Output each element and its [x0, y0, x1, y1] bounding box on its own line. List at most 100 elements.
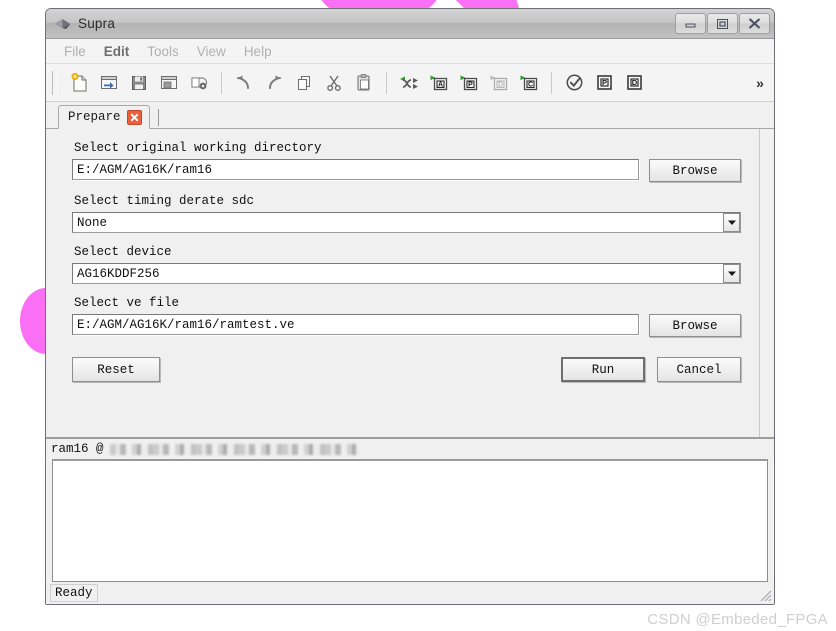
svg-text:D: D [631, 78, 637, 87]
close-icon [748, 18, 761, 29]
application-window: Supra File Edit Tools View Help A P D C … [45, 8, 775, 605]
run-design-icon: D [490, 75, 508, 90]
redo-button[interactable] [259, 69, 289, 97]
console-header-prefix: ram16 @ [51, 442, 104, 456]
console-header-redacted-path [109, 443, 360, 455]
open-project-icon [101, 75, 117, 89]
run-button[interactable]: Run [561, 357, 645, 382]
close-tab-glyph [130, 113, 138, 121]
status-bar: Ready [46, 582, 774, 604]
undo-button[interactable] [229, 69, 259, 97]
report-design-icon: D [626, 75, 642, 90]
title-bar[interactable]: Supra [46, 9, 774, 39]
window-controls [675, 13, 770, 34]
timing-derate-sdc-value: None [77, 215, 108, 230]
svg-text:P: P [601, 78, 606, 87]
check-icon [566, 74, 582, 91]
open-project-button[interactable] [94, 69, 124, 97]
toolbar-separator-2 [386, 71, 387, 94]
minimize-icon [685, 23, 696, 28]
reset-button[interactable]: Reset [72, 357, 160, 382]
svg-text:P: P [468, 81, 473, 88]
chevron-down-icon[interactable] [723, 213, 740, 232]
toolbar-overflow-button[interactable]: » [750, 69, 770, 97]
project-settings-icon [191, 77, 207, 89]
field-ve-file: E:/AGM/AG16K/ram16/ramtest.ve Browse [72, 314, 741, 337]
new-file-icon [71, 72, 86, 91]
tab-prepare[interactable]: Prepare [58, 105, 150, 129]
prepare-form-inner: Select original working directory E:/AGM… [46, 129, 759, 437]
resize-grip-icon[interactable] [758, 588, 772, 602]
menu-item-file[interactable]: File [55, 42, 95, 61]
menu-bar: File Edit Tools View Help [46, 39, 774, 64]
report-design-button[interactable]: D [619, 69, 649, 97]
close-button[interactable] [739, 13, 770, 34]
project-settings-button[interactable] [184, 69, 214, 97]
label-timing-derate-sdc: Select timing derate sdc [74, 194, 255, 208]
device-select[interactable]: AG16KDDF256 [72, 263, 741, 284]
undo-icon [237, 75, 249, 89]
console-output[interactable] [52, 459, 768, 582]
run-all-icon [400, 76, 418, 89]
cut-icon [327, 75, 341, 91]
run-design-button[interactable]: D [484, 69, 514, 97]
form-right-edge [759, 129, 774, 437]
run-compile-icon: C [520, 75, 538, 90]
menu-item-edit[interactable]: Edit [95, 42, 139, 61]
report-place-icon: P [596, 75, 612, 90]
maximize-icon [717, 18, 728, 29]
toolbar-grip[interactable] [52, 70, 61, 95]
field-device: AG16KDDF256 [72, 263, 741, 284]
paste-button[interactable] [349, 69, 379, 97]
tab-strip: Prepare [46, 102, 774, 129]
status-text: Ready [50, 584, 98, 602]
browse-ve-file-button[interactable]: Browse [649, 314, 741, 337]
form-button-row: Reset Run Cancel [72, 357, 741, 382]
browse-working-directory-button[interactable]: Browse [649, 159, 741, 182]
run-analysis-button[interactable]: A [424, 69, 454, 97]
save-as-button[interactable] [154, 69, 184, 97]
paste-icon [357, 74, 370, 91]
svg-text:C: C [528, 81, 533, 88]
console-header: ram16 @ [46, 439, 774, 459]
toolbar-separator-3 [551, 71, 552, 94]
toolbar: A P D C P D » [46, 64, 774, 102]
label-working-directory: Select original working directory [74, 141, 322, 155]
device-value: AG16KDDF256 [77, 266, 160, 281]
check-button[interactable] [559, 69, 589, 97]
menu-item-tools[interactable]: Tools [138, 42, 188, 61]
ve-file-input[interactable]: E:/AGM/AG16K/ram16/ramtest.ve [72, 314, 639, 335]
cancel-button[interactable]: Cancel [657, 357, 741, 382]
svg-text:D: D [498, 81, 503, 88]
run-analysis-icon: A [430, 75, 448, 90]
run-all-button[interactable] [394, 69, 424, 97]
working-directory-input[interactable]: E:/AGM/AG16K/ram16 [72, 159, 639, 180]
label-device: Select device [74, 245, 172, 259]
run-place-button[interactable]: P [454, 69, 484, 97]
svg-text:A: A [438, 81, 443, 88]
menu-item-view[interactable]: View [188, 42, 235, 61]
watermark: CSDN @Embeded_FPGA [647, 611, 828, 628]
maximize-button[interactable] [707, 13, 738, 34]
menu-item-help[interactable]: Help [235, 42, 281, 61]
chevron-down-icon[interactable] [723, 264, 740, 283]
window-title: Supra [78, 16, 116, 31]
run-place-icon: P [460, 75, 478, 90]
run-compile-button[interactable]: C [514, 69, 544, 97]
chevron-down-glyph [727, 220, 736, 225]
new-file-button[interactable] [64, 69, 94, 97]
minimize-button[interactable] [675, 13, 706, 34]
duplicate-button[interactable] [289, 69, 319, 97]
duplicate-icon [298, 75, 310, 90]
save-as-icon [161, 75, 177, 89]
report-place-button[interactable]: P [589, 69, 619, 97]
prepare-form-panel: Select original working directory E:/AGM… [46, 129, 774, 439]
timing-derate-sdc-select[interactable]: None [72, 212, 741, 233]
close-tab-icon[interactable] [126, 109, 142, 125]
field-working-directory: E:/AGM/AG16K/ram16 Browse [72, 159, 741, 182]
cut-button[interactable] [319, 69, 349, 97]
save-button[interactable] [124, 69, 154, 97]
save-icon [132, 75, 146, 90]
chevron-down-glyph [727, 271, 736, 276]
field-timing-derate-sdc: None [72, 212, 741, 233]
